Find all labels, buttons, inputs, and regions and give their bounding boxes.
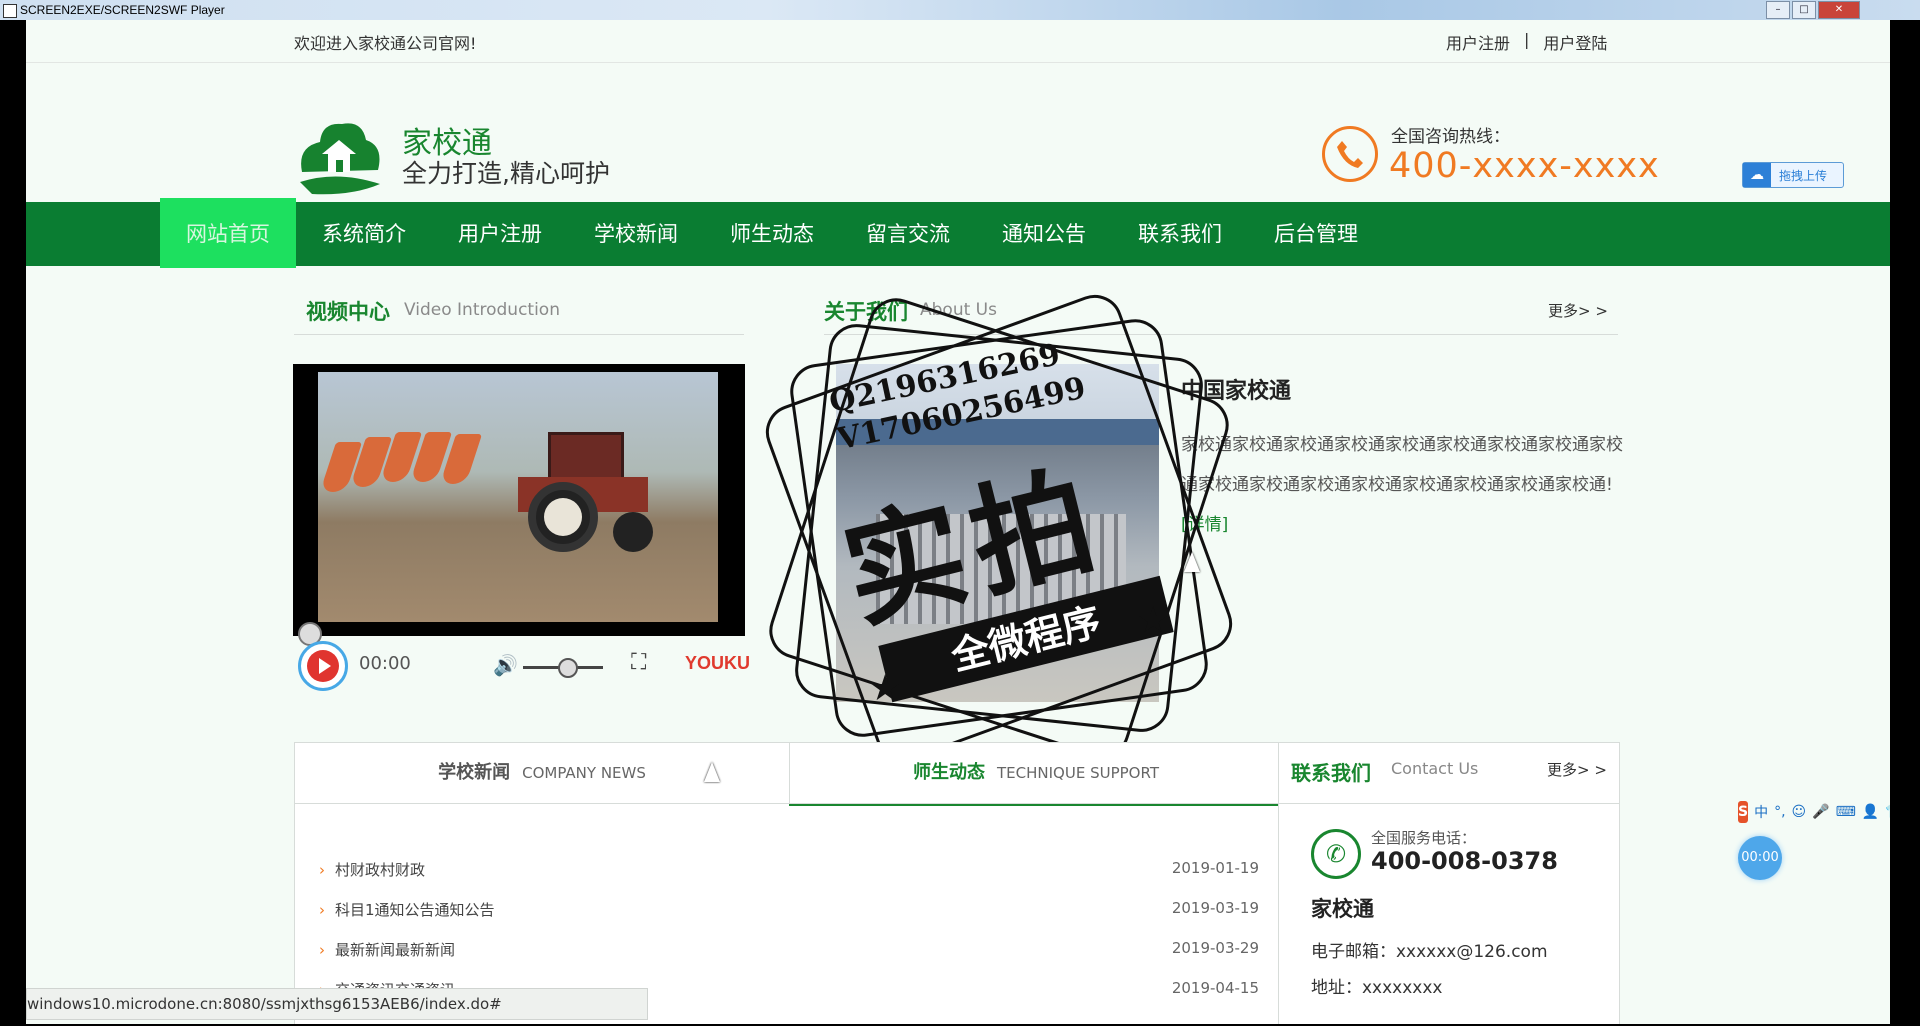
welcome-text: 欢迎进入家校通公司官网! xyxy=(294,34,477,53)
login-link[interactable]: 用户登陆 xyxy=(1543,30,1607,54)
video-controls: 00:00 🔊 ⛶ YOUKU xyxy=(293,622,750,696)
nav-item-register[interactable]: 用户注册 xyxy=(432,202,568,266)
list-item[interactable]: › 村财政村财政 2019-01-19 xyxy=(319,859,1259,889)
contact-email: 电子邮箱：xxxxxx@126.com xyxy=(1311,942,1548,962)
tabs-rule xyxy=(295,803,1283,804)
window-controls: – □ ✕ xyxy=(1766,1,1860,19)
window-titlebar: SCREEN2EXE/SCREEN2SWF Player – □ ✕ xyxy=(0,0,1920,20)
minimize-button[interactable]: – xyxy=(1766,1,1790,19)
video-time: 00:00 xyxy=(359,653,411,674)
arrow-icon: › xyxy=(319,861,325,879)
service-phone-number: 400-008-0378 xyxy=(1371,847,1558,875)
star-icon: ★ xyxy=(869,668,902,709)
about-text: 家校通家校通家校通家校通家校通家校通家校通家校通家校通家校通家校通家校通家校通家… xyxy=(1181,435,1623,495)
nav-item-admin[interactable]: 后台管理 xyxy=(1248,202,1384,266)
window-title: SCREEN2EXE/SCREEN2SWF Player xyxy=(20,3,225,17)
recording-timer[interactable]: 00:00 xyxy=(1738,836,1782,880)
about-more-link[interactable]: 更多> > xyxy=(1548,300,1608,321)
upload-label: 拖拽上传 xyxy=(1779,169,1828,183)
nav-item-messages[interactable]: 留言交流 xyxy=(840,202,976,266)
register-link[interactable]: 用户注册 xyxy=(1446,30,1510,54)
top-links: 用户注册 | 用户登陆 xyxy=(1446,30,1607,54)
logo-icon[interactable] xyxy=(292,112,387,202)
star-icon: ★ xyxy=(1137,600,1170,641)
app-icon xyxy=(3,4,17,18)
about-body: 家校通家校通家校通家校通家校通家校通家校通家校通家校通家校通家校通家校通家校通家… xyxy=(1181,425,1631,545)
news-date: 2019-03-29 xyxy=(1171,939,1259,957)
tab-sublabel: TECHNIQUE SUPPORT xyxy=(997,764,1159,782)
page-viewport: 欢迎进入家校通公司官网! 用户注册 | 用户登陆 家校通 全力打造,精心呵护 全… xyxy=(26,20,1890,1024)
contact-rule xyxy=(1279,803,1619,804)
site-header: 家校通 全力打造,精心呵护 全国咨询热线： 400-xxxx-xxxx ☁ 拖拽… xyxy=(26,62,1890,222)
news-date: 2019-03-19 xyxy=(1171,899,1259,917)
nav-item-intro[interactable]: 系统简介 xyxy=(296,202,432,266)
news-title: 最新新闻最新新闻 xyxy=(335,941,456,959)
youku-logo: YOUKU xyxy=(685,653,751,673)
sogou-logo-icon: S xyxy=(1738,801,1749,823)
list-item[interactable]: › 最新新闻最新新闻 2019-03-29 xyxy=(319,939,1259,969)
contact-title: 联系我们 xyxy=(1291,761,1371,785)
tractor-image xyxy=(518,432,653,552)
tab-label: 师生动态 xyxy=(913,762,986,783)
maximize-button[interactable]: □ xyxy=(1792,1,1816,19)
status-bar-url: windows10.microdone.cn:8080/ssmjxthsg615… xyxy=(26,988,648,1020)
arrow-icon: › xyxy=(319,901,325,919)
drag-upload-button[interactable]: ☁ 拖拽上传 xyxy=(1742,162,1844,188)
volume-handle[interactable] xyxy=(558,658,578,678)
plow-image xyxy=(319,432,518,522)
news-date: 2019-04-15 xyxy=(1171,979,1259,997)
punctuation-icon[interactable]: °, xyxy=(1774,804,1785,820)
phone-icon: ✆ xyxy=(1311,829,1361,879)
contact-more-link[interactable]: 更多> > xyxy=(1547,759,1607,780)
contact-address: 地址：xxxxxxxx xyxy=(1311,978,1443,998)
news-title: 科目1通知公告通知公告 xyxy=(335,901,495,919)
news-date: 2019-01-19 xyxy=(1171,859,1259,877)
cloud-icon: ☁ xyxy=(1743,163,1771,187)
nav-item-notices[interactable]: 通知公告 xyxy=(976,202,1112,266)
shirt-icon[interactable]: 👕 xyxy=(1885,804,1890,820)
video-section-subtitle: Video Introduction xyxy=(404,300,560,320)
phone-icon xyxy=(1322,126,1378,182)
tab-activities[interactable]: 师生动态 TECHNIQUE SUPPORT xyxy=(789,743,1283,806)
play-icon xyxy=(307,650,339,682)
nav-item-home[interactable]: 网站首页 xyxy=(160,198,296,268)
ime-mode[interactable]: 中 xyxy=(1754,802,1768,822)
volume-icon[interactable]: 🔊 xyxy=(493,653,518,677)
video-frame xyxy=(318,372,718,622)
ime-toolbar[interactable]: S 中 °, ☺ 🎤 ⌨ 👤 👕 ▦ xyxy=(1738,800,1890,824)
fullscreen-icon[interactable]: ⛶ xyxy=(631,650,646,675)
arrow-icon: › xyxy=(319,941,325,959)
play-button[interactable] xyxy=(298,641,348,691)
main-nav: 网站首页 系统简介 用户注册 学校新闻 师生动态 留言交流 通知公告 联系我们 … xyxy=(26,198,1890,268)
user-icon[interactable]: 👤 xyxy=(1862,804,1879,820)
watermark-stamp: Q2196316269 V17060256499 实拍 全微程序 ★ ★ xyxy=(758,287,1240,769)
contact-panel: 联系我们 Contact Us 更多> > ✆ 全国服务电话： 400-008-… xyxy=(1278,742,1620,1024)
contact-org: 家校通 xyxy=(1311,897,1374,921)
video-section-title: 视频中心 xyxy=(306,300,390,324)
nav-item-activities[interactable]: 师生动态 xyxy=(704,202,840,266)
mouse-cursor-icon xyxy=(704,762,720,782)
video-section-rule xyxy=(294,334,744,335)
close-button[interactable]: ✕ xyxy=(1818,1,1860,19)
hand-cursor-icon xyxy=(1184,552,1200,572)
list-item[interactable]: › 科目1通知公告通知公告 2019-03-19 xyxy=(319,899,1259,929)
top-bar: 欢迎进入家校通公司官网! 用户注册 | 用户登陆 xyxy=(26,20,1890,63)
tab-label: 学校新闻 xyxy=(438,762,511,783)
video-player[interactable] xyxy=(293,364,745,636)
service-phone-label: 全国服务电话： xyxy=(1371,829,1477,847)
link-separator: | xyxy=(1524,30,1530,49)
contact-subtitle: Contact Us xyxy=(1391,759,1479,778)
mic-icon[interactable]: 🎤 xyxy=(1812,804,1829,820)
emoji-icon[interactable]: ☺ xyxy=(1792,804,1807,820)
news-title: 村财政村财政 xyxy=(335,861,426,879)
hotline-label: 全国咨询热线： xyxy=(1391,127,1510,147)
keyboard-icon[interactable]: ⌨ xyxy=(1836,804,1856,820)
hotline-number: 400-xxxx-xxxx xyxy=(1389,146,1660,186)
tab-sublabel: COMPANY NEWS xyxy=(522,764,646,782)
nav-item-contact[interactable]: 联系我们 xyxy=(1112,202,1248,266)
nav-item-school-news[interactable]: 学校新闻 xyxy=(568,202,704,266)
news-tabs-panel: 学校新闻 COMPANY NEWS 师生动态 TECHNIQUE SUPPORT ›… xyxy=(294,742,1284,1024)
brand-slogan: 全力打造,精心呵护 xyxy=(402,159,610,188)
